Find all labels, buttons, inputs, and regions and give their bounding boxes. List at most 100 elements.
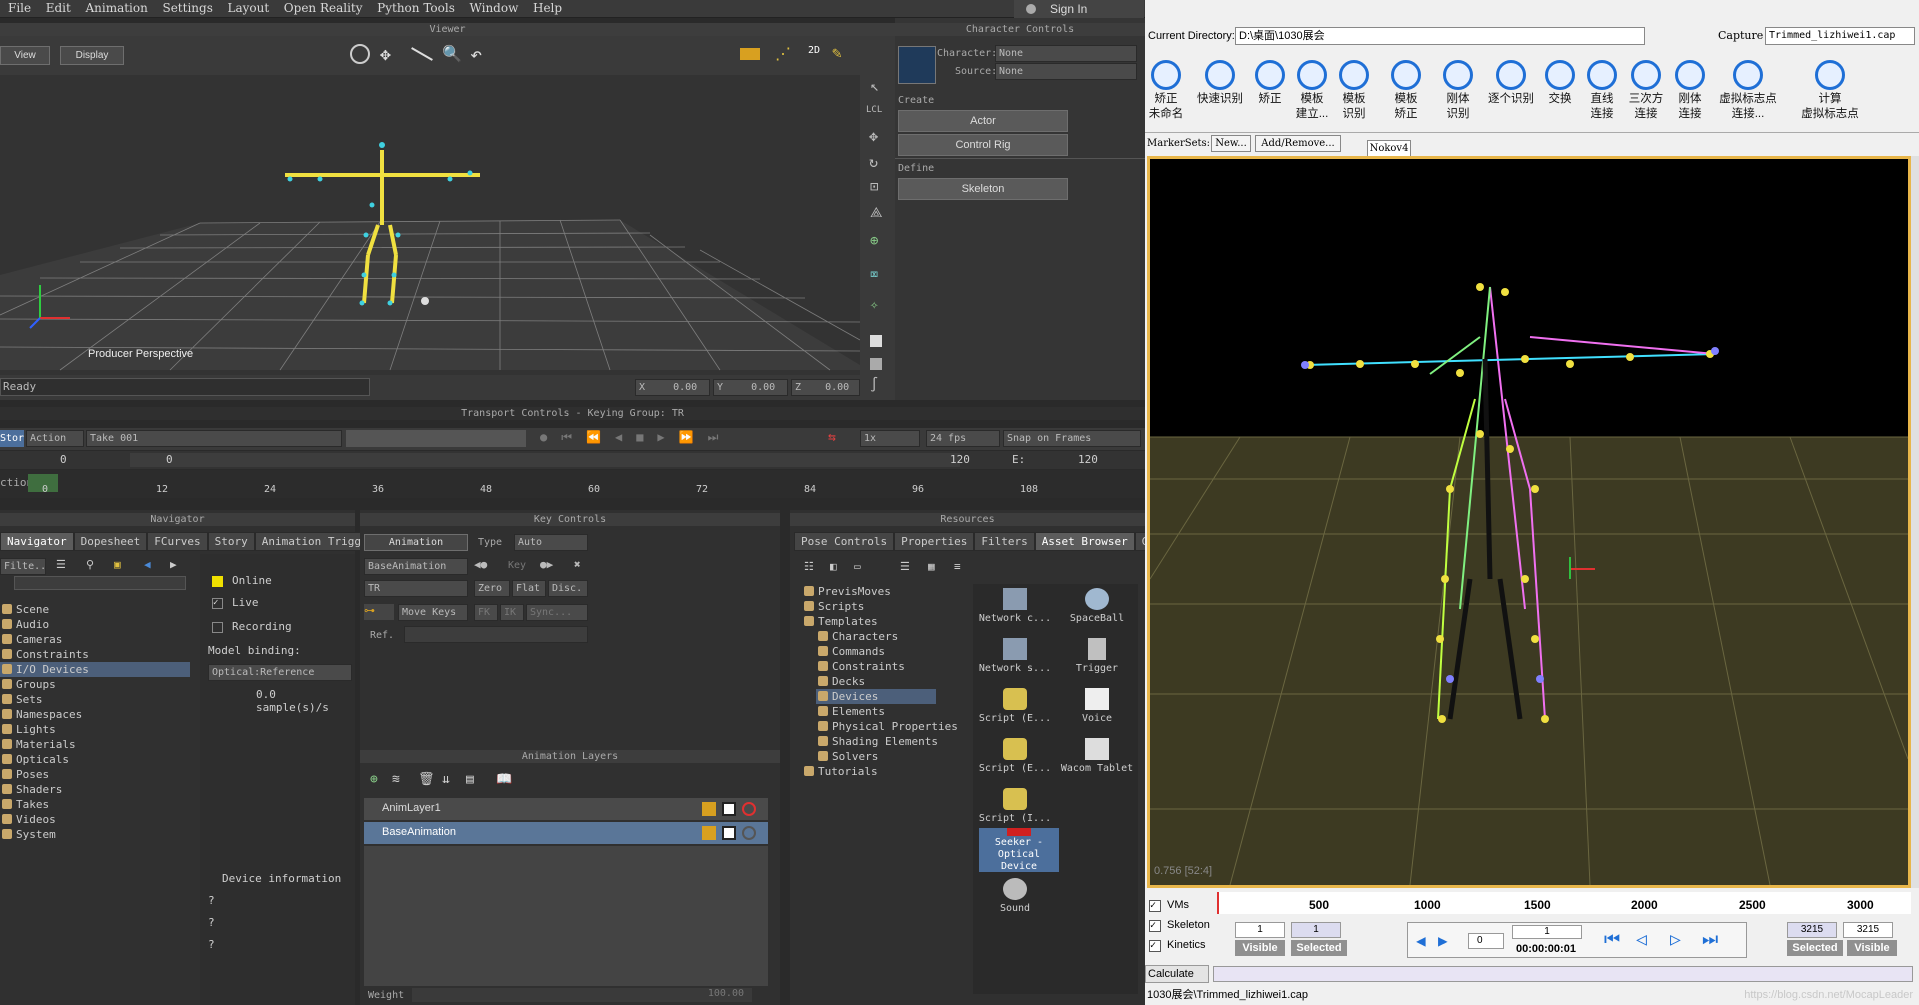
menu-help[interactable]: Help <box>533 0 562 17</box>
take-dropdown[interactable]: Take 001 <box>86 430 342 447</box>
navigator-search-input[interactable] <box>14 576 186 590</box>
tree-item-selected[interactable]: I/O Devices <box>0 662 190 677</box>
visible-button-right[interactable]: Visible <box>1847 940 1897 956</box>
control-rig-button[interactable]: Control Rig <box>898 134 1068 156</box>
recording-checkbox[interactable] <box>212 622 223 633</box>
rotate-icon[interactable]: ↻ <box>869 153 878 171</box>
capture-dropdown[interactable]: Trimmed_lizhiwei1.cap <box>1765 27 1915 45</box>
delete-key-icon[interactable]: ✖ <box>574 558 581 571</box>
loop-icon[interactable]: ⇆ <box>828 430 836 445</box>
tab-nokov4[interactable]: Nokov4 <box>1367 140 1411 156</box>
viewport-scrollbar[interactable] <box>1911 156 1919 888</box>
menu-settings[interactable]: Settings <box>162 0 212 17</box>
tree-item[interactable]: Shading Elements <box>816 734 968 749</box>
quick-identify-button[interactable]: 快速识别 <box>1195 60 1245 107</box>
view-button[interactable]: View <box>0 46 50 65</box>
source-dropdown[interactable]: None <box>995 63 1137 80</box>
disc-button[interactable]: Disc. <box>548 580 588 597</box>
lock-icon[interactable]: ▣ <box>114 558 121 571</box>
zoom-icon[interactable]: 🔍 <box>442 44 462 63</box>
list-icon[interactable]: ☰ <box>56 558 66 571</box>
tree-item[interactable]: Constraints <box>0 647 190 662</box>
prev-frame-icon[interactable]: ◀ <box>1416 931 1426 950</box>
current-dir-dropdown[interactable]: D:\桌面\1030展会 <box>1235 27 1645 45</box>
asset-item[interactable]: Sound <box>975 878 1055 914</box>
tab-navigator[interactable]: Navigator <box>0 532 74 551</box>
local-icon[interactable]: LCL <box>866 105 882 115</box>
trash-icon[interactable]: 🗑 <box>418 772 435 787</box>
next-key-icon[interactable]: ●▶ <box>540 558 553 571</box>
zero-button[interactable]: Zero <box>474 580 510 597</box>
tree-item[interactable]: Scene <box>0 602 190 617</box>
book-icon[interactable]: 📖 <box>496 772 512 787</box>
split-view-icon[interactable]: ◧ <box>830 560 837 573</box>
tree-item[interactable]: Cameras <box>0 632 190 647</box>
select-arrow-icon[interactable]: ↖ <box>870 77 879 95</box>
mute-icon[interactable] <box>742 802 756 816</box>
panel-view-icon[interactable]: ▭ <box>854 560 861 573</box>
tree-item[interactable]: Groups <box>0 677 190 692</box>
cube-icon[interactable] <box>870 335 882 347</box>
action-dropdown[interactable]: Action <box>26 430 84 447</box>
start-frame-input[interactable]: 1 <box>1235 922 1285 938</box>
selected-end-input[interactable]: 3215 <box>1787 922 1837 938</box>
live-checkbox[interactable]: ✓ <box>212 598 223 609</box>
tree-view-icon[interactable]: ☷ <box>804 560 814 573</box>
rigid-identify-button[interactable]: 刚体 识别 <box>1437 60 1479 122</box>
selected-button-right[interactable]: Selected <box>1787 940 1843 956</box>
grid-view-icon[interactable]: ▦ <box>928 560 935 573</box>
brush-icon[interactable]: ✎ <box>832 43 842 62</box>
y-field[interactable]: Y 0.00 <box>713 379 788 396</box>
camera-icon[interactable]: ⌧ <box>870 267 878 283</box>
tree-item[interactable]: Poses <box>0 767 190 782</box>
calculate-virtual-marker-button[interactable]: 计算 虚拟标志点 <box>1795 60 1865 122</box>
tree-item[interactable]: Characters <box>816 629 968 644</box>
tab-fcurves[interactable]: FCurves <box>147 532 208 551</box>
kinetics-checkbox[interactable]: ✓ <box>1149 940 1161 952</box>
timeline-ruler[interactable]: ction 0 12 24 36 48 60 72 84 96 108 <box>0 470 1145 498</box>
tree-item[interactable]: Sets <box>0 692 190 707</box>
correct-button[interactable]: 矫正 <box>1249 60 1291 107</box>
frame-ruler[interactable]: 500 1000 1500 2000 2500 3000 <box>1217 892 1911 914</box>
menu-open-reality[interactable]: Open Reality <box>284 0 363 17</box>
tree-item[interactable]: Physical Properties <box>816 719 968 734</box>
tree-item[interactable]: Audio <box>0 617 190 632</box>
prev-key-icon[interactable]: ◀● <box>474 558 487 571</box>
first-frame-icon[interactable]: ⏮ <box>1604 929 1620 950</box>
tab-dopesheet[interactable]: Dopesheet <box>73 532 148 551</box>
tree-item[interactable]: Decks <box>816 674 968 689</box>
template-create-button[interactable]: 模板 建立... <box>1291 60 1333 122</box>
pan-icon[interactable]: ✥ <box>380 44 391 65</box>
layers-icon[interactable]: ≋ <box>392 772 400 787</box>
layer-row[interactable]: AnimLayer1 <box>364 798 768 820</box>
filter-icon[interactable]: ⚲ <box>86 558 94 571</box>
dolly-icon[interactable] <box>411 47 433 61</box>
layer-dropdown[interactable]: BaseAnimation <box>364 558 468 575</box>
menu-edit[interactable]: Edit <box>46 0 71 17</box>
menu-file[interactable]: File <box>8 0 31 17</box>
fps-dropdown[interactable]: 24 fps <box>926 430 1000 447</box>
speed-dropdown[interactable]: 1x <box>860 430 920 447</box>
asset-item[interactable]: Wacom Tablet <box>1057 738 1137 774</box>
key-button[interactable]: Key <box>508 560 526 571</box>
translate-icon[interactable]: ✥ <box>869 127 878 145</box>
view-2d-icon[interactable]: 2D <box>808 45 820 56</box>
selected-button-left[interactable]: Selected <box>1291 940 1347 956</box>
menu-animation[interactable]: Animation <box>85 0 147 17</box>
display-mode-icon[interactable] <box>740 48 760 60</box>
new-button[interactable]: New... <box>1211 135 1251 152</box>
asset-item[interactable]: Network s... <box>975 638 1055 674</box>
tree-item[interactable]: Takes <box>0 797 190 812</box>
flat-button[interactable]: Flat <box>512 580 546 597</box>
sign-in-button[interactable]: Sign In <box>1014 0 1144 18</box>
skeleton-checkbox[interactable]: ✓ <box>1149 920 1161 932</box>
linear-connect-button[interactable]: 直线 连接 <box>1581 60 1623 122</box>
pivot-icon[interactable]: ⊕ <box>870 233 878 249</box>
asset-item[interactable]: Script (E... <box>975 688 1055 724</box>
cubic-connect-button[interactable]: 三次方 连接 <box>1625 60 1667 122</box>
tab-filters[interactable]: Filters <box>974 532 1035 551</box>
tree-item[interactable]: Opticals <box>0 752 190 767</box>
add-layer-icon[interactable]: ⊕ <box>370 772 378 787</box>
x-field[interactable]: X 0.00 <box>635 379 710 396</box>
asset-item[interactable]: Script (E... <box>975 738 1055 774</box>
